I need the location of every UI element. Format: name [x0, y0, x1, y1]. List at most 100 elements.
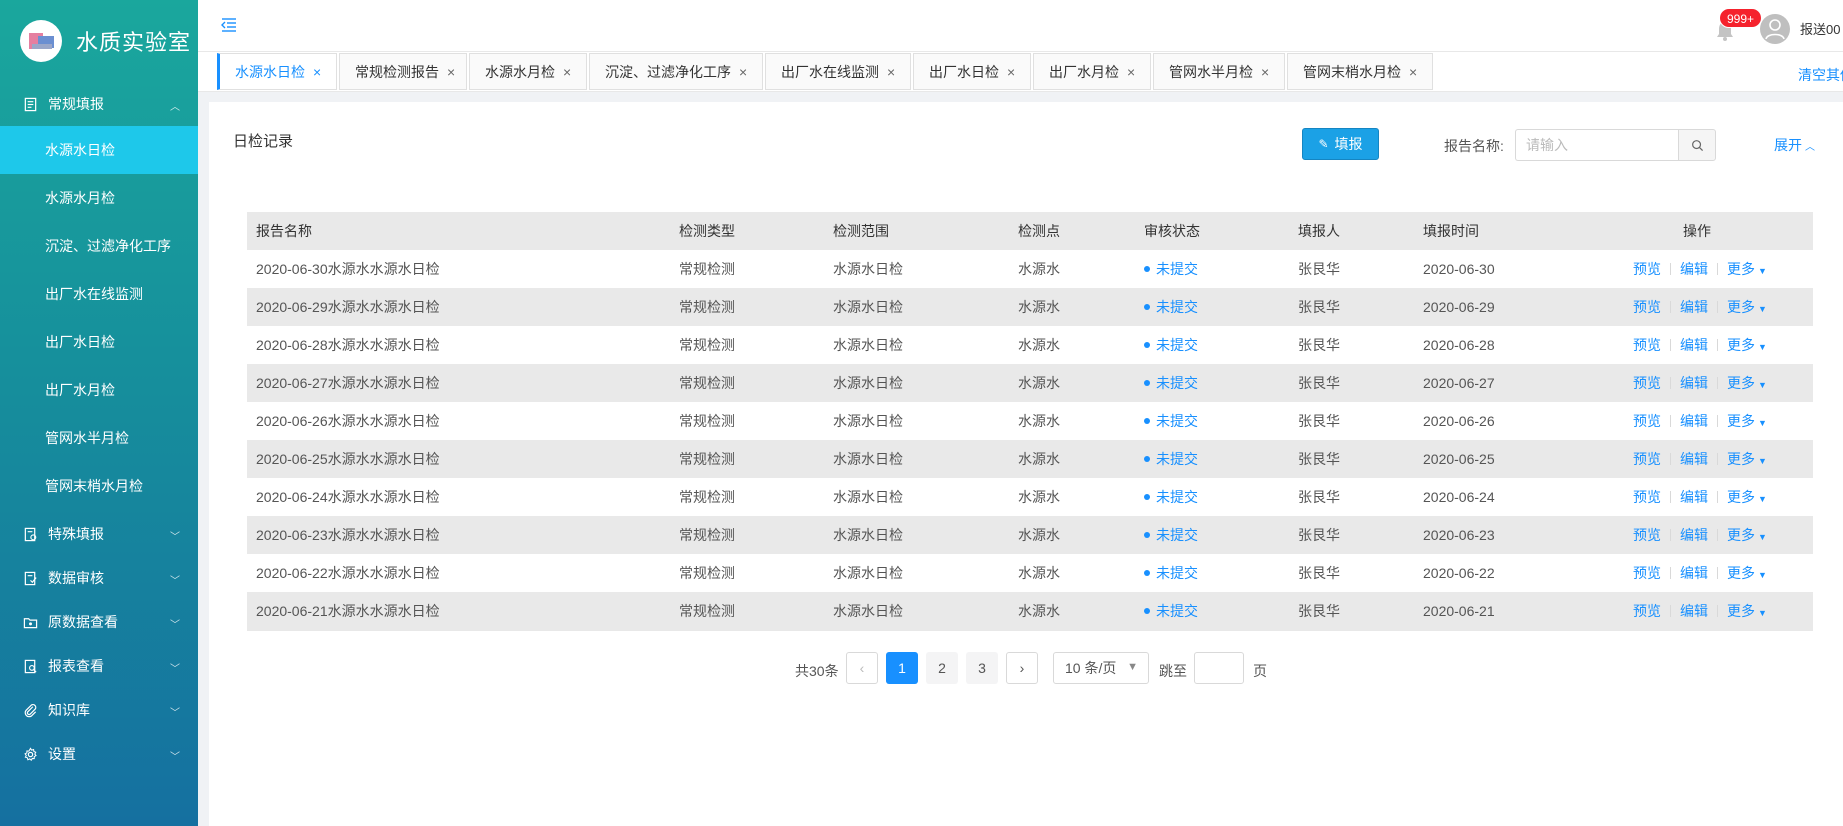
menu-group-special-report[interactable]: 特殊填报 ﹀: [0, 512, 198, 556]
edit-link[interactable]: 编辑: [1680, 373, 1708, 393]
caret-down-icon: ▼: [1758, 494, 1767, 504]
more-dropdown[interactable]: 更多 ▼: [1727, 411, 1767, 431]
column-header-test-point[interactable]: 检测点: [1018, 221, 1144, 241]
close-icon[interactable]: ×: [1007, 64, 1015, 80]
jump-page-input[interactable]: [1194, 652, 1244, 684]
close-icon[interactable]: ×: [563, 64, 571, 80]
expand-filter-link[interactable]: 展开 ︿: [1774, 135, 1815, 155]
cell-report-name: 2020-06-26水源水水源水日检: [256, 413, 440, 429]
tab-outflow-online-monitoring[interactable]: 出厂水在线监测 ×: [765, 53, 911, 90]
page-1-button[interactable]: 1: [886, 652, 918, 684]
tab-source-water-monthly[interactable]: 水源水月检 ×: [469, 53, 587, 90]
more-dropdown[interactable]: 更多 ▼: [1727, 487, 1767, 507]
more-dropdown[interactable]: 更多 ▼: [1727, 373, 1767, 393]
tab-outflow-monthly[interactable]: 出厂水月检 ×: [1033, 53, 1151, 90]
close-icon[interactable]: ×: [887, 64, 895, 80]
menu-group-data-audit[interactable]: 数据审核 ﹀: [0, 556, 198, 600]
menu-group-settings[interactable]: 设置 ﹀: [0, 732, 198, 776]
column-header-report-name[interactable]: 报告名称: [247, 221, 679, 241]
close-icon[interactable]: ×: [1127, 64, 1135, 80]
menu-group-report-view[interactable]: 报表查看 ﹀: [0, 644, 198, 688]
tab-routine-report[interactable]: 常规检测报告 ×: [339, 53, 467, 90]
special-report-icon: [22, 526, 38, 542]
tab-outflow-daily[interactable]: 出厂水日检 ×: [913, 53, 1031, 90]
sidebar-item-outflow-monthly[interactable]: 出厂水月检: [0, 366, 198, 414]
more-dropdown[interactable]: 更多 ▼: [1727, 449, 1767, 469]
username[interactable]: 报送00: [1800, 19, 1840, 38]
clear-other-tabs-link[interactable]: 清空其他: [1798, 65, 1843, 85]
tab-pipe-network-semimonthly[interactable]: 管网水半月检 ×: [1153, 53, 1285, 90]
cell-audit-status: 未提交: [1144, 487, 1298, 507]
tab-sedimentation-filtration[interactable]: 沉淀、过滤净化工序 ×: [589, 53, 763, 90]
sidebar-item-pipe-end-monthly[interactable]: 管网末梢水月检: [0, 462, 198, 510]
prev-page-button[interactable]: ‹: [846, 652, 878, 684]
preview-link[interactable]: 预览: [1633, 563, 1661, 583]
preview-link[interactable]: 预览: [1633, 487, 1661, 507]
page-title: 日检记录: [233, 133, 294, 150]
sidebar-item-pipe-network-semimonthly[interactable]: 管网水半月检: [0, 414, 198, 462]
next-page-button[interactable]: ›: [1006, 652, 1038, 684]
tabs-bar: 水源水日检 × 常规检测报告 × 水源水月检 × 沉淀、过滤净化工序 × 出厂水在线监测…: [198, 52, 1843, 92]
close-icon[interactable]: ×: [739, 64, 747, 80]
cell-report-name: 2020-06-24水源水水源水日检: [256, 489, 440, 505]
menu-fold-icon[interactable]: [220, 16, 238, 34]
preview-link[interactable]: 预览: [1633, 411, 1661, 431]
tab-source-water-daily[interactable]: 水源水日检 ×: [217, 53, 337, 90]
column-header-report-time[interactable]: 填报时间: [1423, 221, 1623, 241]
more-dropdown[interactable]: 更多 ▼: [1727, 601, 1767, 621]
sidebar-item-outflow-online-monitoring[interactable]: 出厂水在线监测: [0, 270, 198, 318]
edit-link[interactable]: 编辑: [1680, 487, 1708, 507]
edit-link[interactable]: 编辑: [1680, 525, 1708, 545]
sidebar-item-source-water-monthly[interactable]: 水源水月检: [0, 174, 198, 222]
cell-test-type: 常规检测: [679, 299, 735, 315]
sidebar-item-outflow-daily[interactable]: 出厂水日检: [0, 318, 198, 366]
column-header-test-scope[interactable]: 检测范围: [833, 221, 1018, 241]
more-dropdown[interactable]: 更多 ▼: [1727, 297, 1767, 317]
more-label: 更多: [1727, 261, 1755, 277]
sidebar-item-source-water-daily[interactable]: 水源水日检: [0, 126, 198, 174]
more-dropdown[interactable]: 更多 ▼: [1727, 525, 1767, 545]
edit-link[interactable]: 编辑: [1680, 411, 1708, 431]
menu-group-routine-report[interactable]: 常规填报 ︿: [0, 82, 198, 126]
fill-report-button[interactable]: ✎ 填报: [1302, 128, 1379, 160]
preview-link[interactable]: 预览: [1633, 373, 1661, 393]
preview-link[interactable]: 预览: [1633, 259, 1661, 279]
column-header-test-type[interactable]: 检测类型: [679, 221, 833, 241]
preview-link[interactable]: 预览: [1633, 297, 1661, 317]
close-icon[interactable]: ×: [313, 64, 321, 80]
edit-link[interactable]: 编辑: [1680, 563, 1708, 583]
edit-link[interactable]: 编辑: [1680, 601, 1708, 621]
avatar[interactable]: [1760, 14, 1790, 44]
edit-link[interactable]: 编辑: [1680, 449, 1708, 469]
page-2-button[interactable]: 2: [926, 652, 958, 684]
column-header-audit-status[interactable]: 审核状态: [1144, 221, 1298, 241]
close-icon[interactable]: ×: [1409, 64, 1417, 80]
cell-report-name: 2020-06-27水源水水源水日检: [256, 375, 440, 391]
column-header-reporter[interactable]: 填报人: [1298, 221, 1423, 241]
more-dropdown[interactable]: 更多 ▼: [1727, 259, 1767, 279]
page-size-select[interactable]: 10 条/页 ▼: [1053, 652, 1149, 684]
sidebar-item-sedimentation-filtration[interactable]: 沉淀、过滤净化工序: [0, 222, 198, 270]
search-input[interactable]: [1515, 129, 1678, 161]
edit-link[interactable]: 编辑: [1680, 297, 1708, 317]
preview-link[interactable]: 预览: [1633, 335, 1661, 355]
edit-link[interactable]: 编辑: [1680, 335, 1708, 355]
more-dropdown[interactable]: 更多 ▼: [1727, 335, 1767, 355]
preview-link[interactable]: 预览: [1633, 601, 1661, 621]
preview-link[interactable]: 预览: [1633, 525, 1661, 545]
menu-group-raw-data[interactable]: 原数据查看 ﹀: [0, 600, 198, 644]
divider: [1717, 453, 1718, 465]
close-icon[interactable]: ×: [1261, 64, 1269, 80]
menu-group-knowledge-base[interactable]: 知识库 ﹀: [0, 688, 198, 732]
search-button[interactable]: [1678, 129, 1716, 161]
edit-link[interactable]: 编辑: [1680, 259, 1708, 279]
more-dropdown[interactable]: 更多 ▼: [1727, 563, 1767, 583]
tab-pipe-end-monthly[interactable]: 管网末梢水月检 ×: [1287, 53, 1433, 90]
divider: [1670, 453, 1671, 465]
preview-link[interactable]: 预览: [1633, 449, 1661, 469]
close-icon[interactable]: ×: [447, 64, 455, 80]
pagination: 共30条 ‹ 1 2 3 › 10 条/页 ▼ 跳至 页: [209, 652, 1843, 686]
cell-test-type: 常规检测: [679, 261, 735, 277]
page-3-button[interactable]: 3: [966, 652, 998, 684]
tab-label: 水源水日检: [235, 63, 305, 80]
